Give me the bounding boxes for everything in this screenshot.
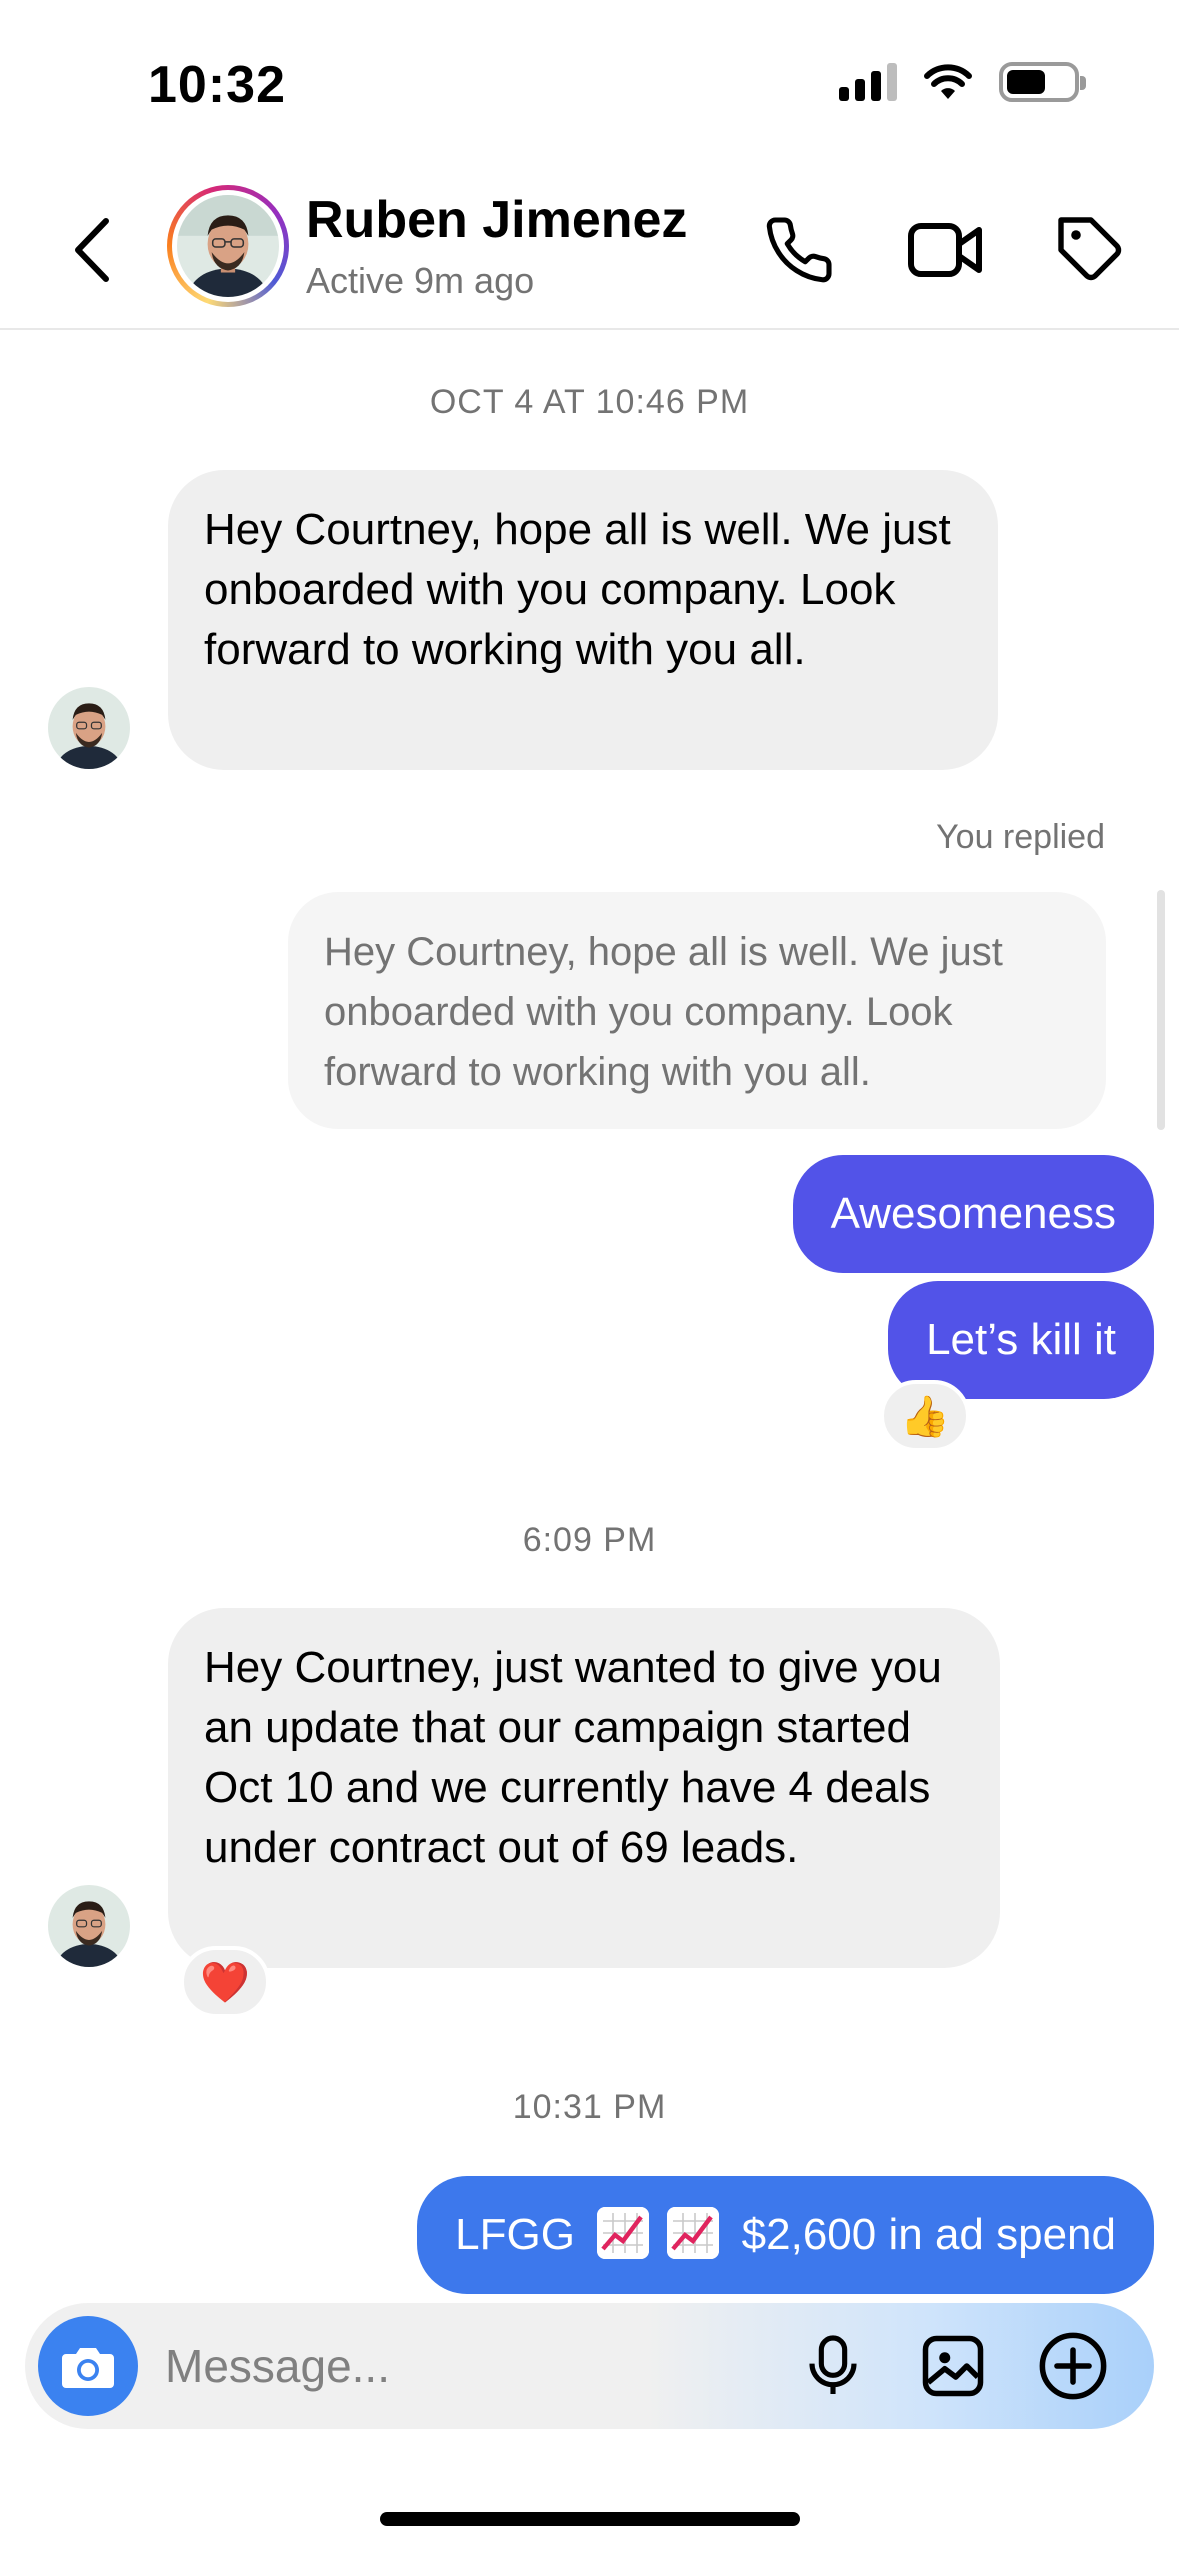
timestamp: OCT 4 AT 10:46 PM <box>429 383 750 421</box>
chevron-left-icon <box>75 218 109 282</box>
more-options-button[interactable] <box>1033 2326 1113 2406</box>
home-indicator[interactable] <box>380 2512 800 2526</box>
incoming-message[interactable]: Hey Courtney, just wanted to give you an… <box>168 1608 1000 1968</box>
phone-icon <box>766 217 832 283</box>
cellular-signal-icon <box>839 63 897 101</box>
message-text: LFGG <box>455 2210 575 2259</box>
camera-button[interactable] <box>38 2316 138 2416</box>
gallery-button[interactable] <box>913 2326 993 2406</box>
timestamp: 6:09 PM <box>522 1521 657 1559</box>
quoted-reply[interactable]: Hey Courtney, hope all is well. We just … <box>288 892 1106 1129</box>
sender-avatar[interactable] <box>48 687 130 769</box>
image-icon <box>922 2335 984 2397</box>
reply-scroll-indicator <box>1157 890 1165 1130</box>
sender-avatar[interactable] <box>48 1885 130 1967</box>
voice-message-button[interactable] <box>793 2326 873 2406</box>
incoming-message[interactable]: Hey Courtney, hope all is well. We just … <box>168 470 998 770</box>
timestamp: 10:31 PM <box>512 2088 667 2126</box>
contact-avatar[interactable] <box>167 185 289 322</box>
chat-header: Ruben Jimenez Active 9m ago <box>0 160 1179 330</box>
status-icons <box>839 62 1086 102</box>
microphone-icon <box>809 2335 857 2394</box>
video-camera-icon <box>908 223 982 277</box>
battery-icon <box>999 62 1086 102</box>
replied-label: You replied <box>936 818 1105 856</box>
avatar <box>177 195 279 322</box>
video-call-button[interactable] <box>900 205 990 295</box>
status-bar: 10:32 <box>0 0 1179 160</box>
chart-increasing-icon <box>597 2207 650 2260</box>
heart-reaction[interactable]: ❤️ <box>180 1946 270 2018</box>
wifi-icon <box>924 64 972 99</box>
message-input[interactable] <box>165 2333 765 2399</box>
back-button[interactable] <box>62 210 122 290</box>
tag-icon <box>1058 217 1122 281</box>
plus-circle-icon <box>1039 2332 1107 2400</box>
outgoing-message[interactable]: LFGG $2,600 in ad spend <box>417 2176 1154 2294</box>
message-text: $2,600 in ad spend <box>741 2210 1116 2259</box>
chart-increasing-icon <box>667 2207 720 2260</box>
call-button[interactable] <box>754 205 844 295</box>
thumbs-up-reaction[interactable]: 👍 <box>880 1380 970 1452</box>
message-composer <box>25 2303 1154 2429</box>
outgoing-message[interactable]: Awesomeness <box>792 1155 1154 1273</box>
contact-name[interactable]: Ruben Jimenez <box>306 190 687 250</box>
tag-button[interactable] <box>1046 205 1136 295</box>
camera-icon <box>62 2348 114 2388</box>
active-status: Active 9m ago <box>306 260 535 301</box>
status-time: 10:32 <box>148 56 286 114</box>
